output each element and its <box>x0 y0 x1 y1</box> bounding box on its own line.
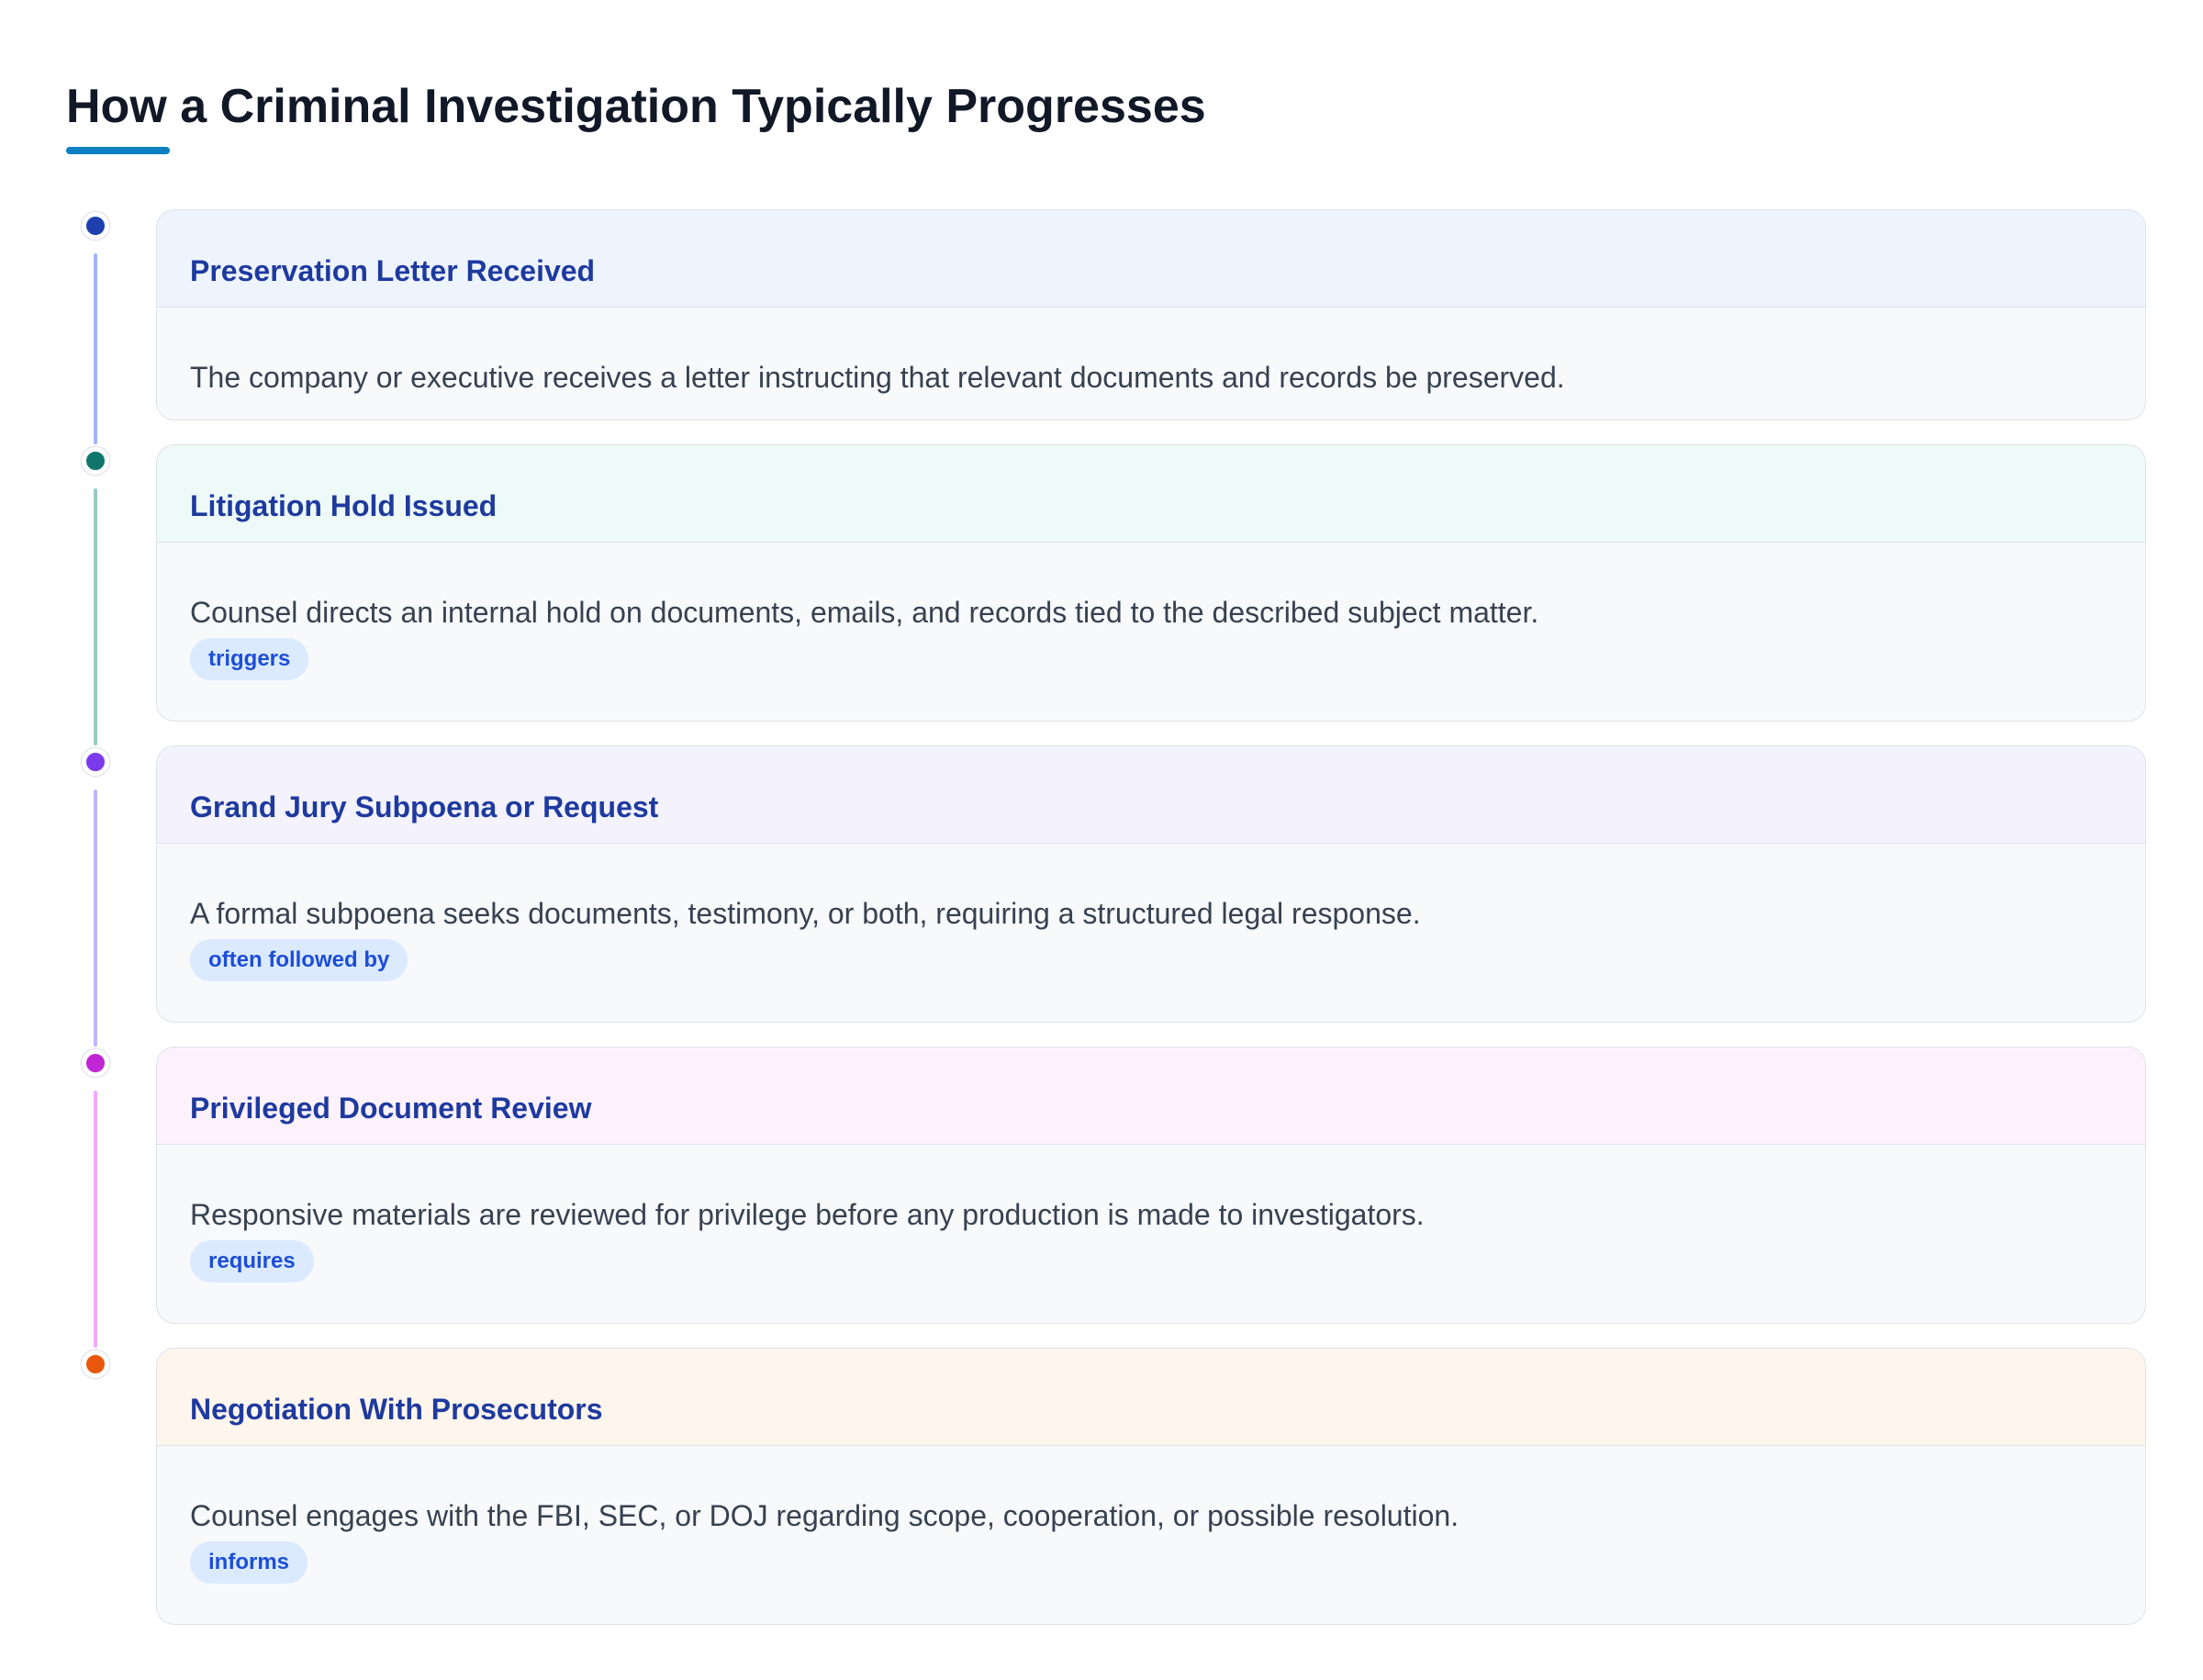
timeline-connector <box>94 253 97 444</box>
timeline-node <box>82 212 109 240</box>
timeline-node <box>82 1350 109 1378</box>
timeline-node <box>82 748 109 776</box>
step-title: Grand Jury Subpoena or Request <box>190 790 659 823</box>
step-card: Privileged Document Review Responsive mat… <box>156 1047 2146 1324</box>
step-card-header: Litigation Hold Issued <box>157 445 2145 543</box>
step-card: Negotiation With Prosecutors Counsel enga… <box>156 1348 2146 1625</box>
step-card: Grand Jury Subpoena or Request A formal s… <box>156 745 2146 1023</box>
timeline-connector <box>94 790 97 1047</box>
step-title: Negotiation With Prosecutors <box>190 1393 603 1426</box>
step-relation-tag: requires <box>190 1240 314 1282</box>
step-description: Responsive materials are reviewed for pr… <box>190 1198 1425 1231</box>
step-relation-tag: often followed by <box>190 939 408 981</box>
step-description: Counsel engages with the FBI, SEC, or DO… <box>190 1499 1459 1532</box>
step-card-header: Preservation Letter Received <box>157 210 2145 308</box>
step-card: Litigation Hold Issued Counsel directs an… <box>156 444 2146 722</box>
timeline-node <box>82 447 109 475</box>
step-card-header: Grand Jury Subpoena or Request <box>157 746 2145 844</box>
step-card-header: Negotiation With Prosecutors <box>157 1349 2145 1446</box>
step-card-header: Privileged Document Review <box>157 1047 2145 1145</box>
step-relation-tag: triggers <box>190 638 309 680</box>
step-description: A formal subpoena seeks documents, testi… <box>190 897 1421 930</box>
timeline-connector <box>94 1091 97 1348</box>
step-relation-tag: informs <box>190 1541 308 1584</box>
timeline: Preservation Letter Received The company … <box>0 0 2203 1680</box>
timeline-connector <box>94 488 97 745</box>
step-description: The company or executive receives a lett… <box>190 361 1565 394</box>
timeline-node <box>82 1049 109 1077</box>
step-title: Preservation Letter Received <box>190 254 596 287</box>
step-title: Litigation Hold Issued <box>190 489 498 522</box>
step-description: Counsel directs an internal hold on docu… <box>190 596 1539 629</box>
step-card: Preservation Letter Received The company … <box>156 209 2146 420</box>
step-title: Privileged Document Review <box>190 1092 592 1125</box>
